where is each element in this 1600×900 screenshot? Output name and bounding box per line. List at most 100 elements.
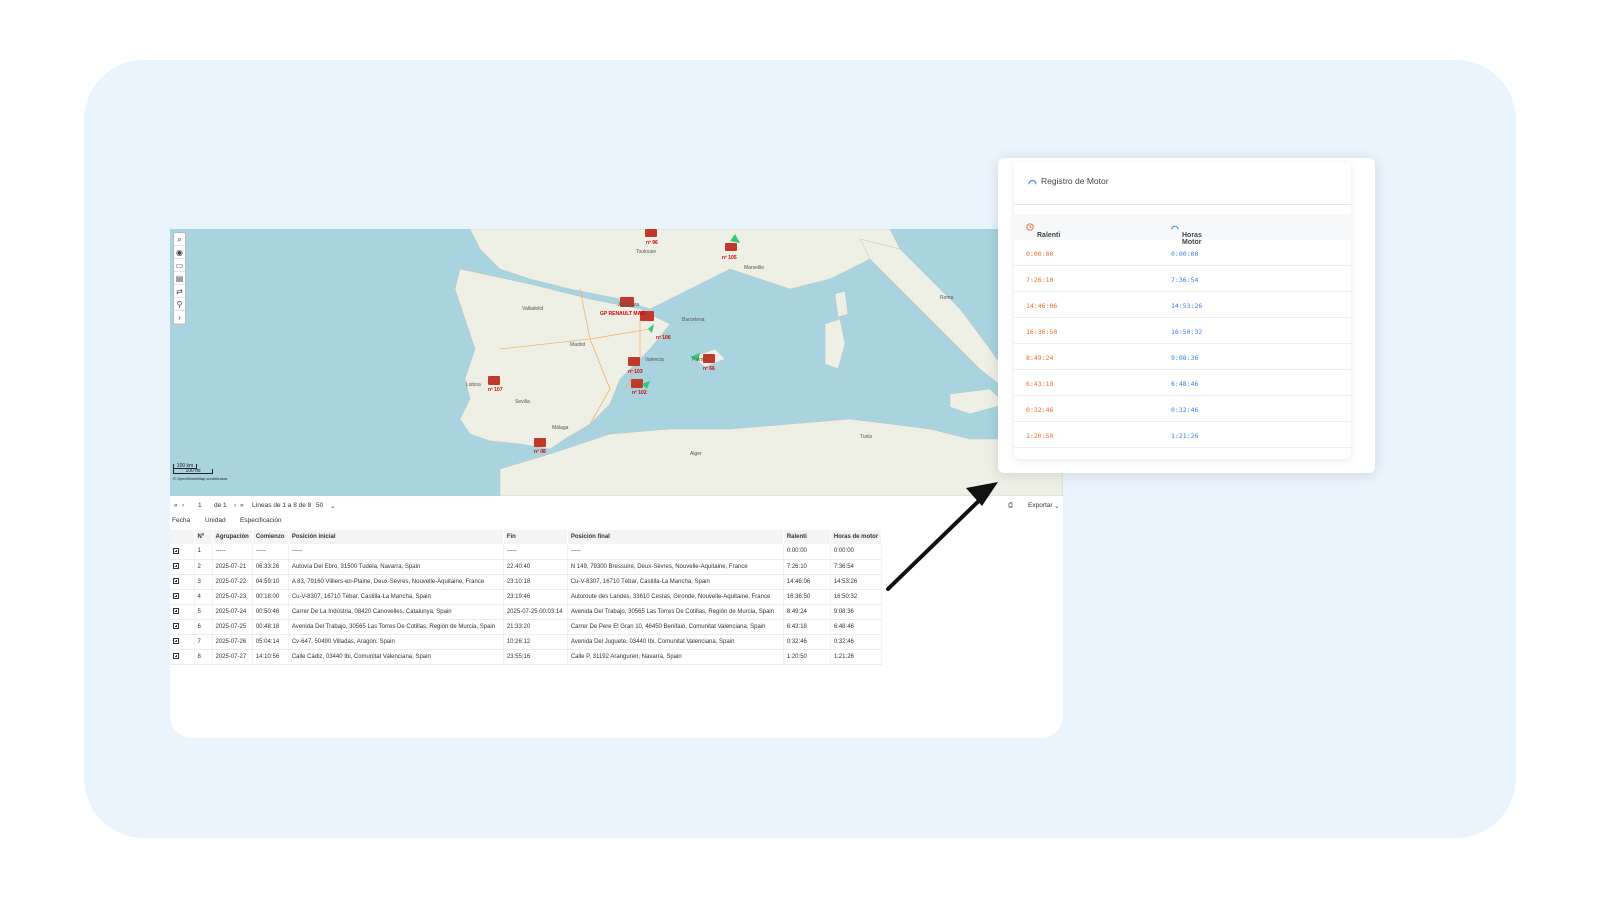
tab-especificacion[interactable]: Especificación	[240, 517, 282, 524]
horas-motor-value: 9:08:36	[1171, 354, 1199, 362]
horas-motor-value: 7:36:54	[1171, 276, 1199, 284]
table-row[interactable]: 2 2025-07-21 06:33:26 Autovía Del Ebro, 315…	[170, 559, 883, 575]
page-number-input[interactable]: 1	[198, 502, 202, 509]
table-cell: Calle Cádiz, 03440 Ibi, Comunitat Valenc…	[288, 649, 504, 665]
eye-icon[interactable]: ◉	[174, 246, 185, 259]
vehicle-label[interactable]: nº 105	[722, 255, 737, 261]
table-row[interactable]: 4 2025-07-23 00:18:00 Cu-V-8307, 16710 Téba…	[170, 589, 883, 605]
table-cell: Calle P, 31192 Aranguren, Navarra, Spain	[567, 649, 784, 665]
expand-row-icon[interactable]	[173, 638, 179, 645]
chevron-right-icon[interactable]: ›	[174, 311, 185, 324]
city-label: Alger	[690, 451, 702, 457]
table-cell: 23:10:18	[503, 574, 568, 590]
vehicle-label[interactable]: nº 96	[646, 240, 658, 246]
export-button[interactable]: Exportar	[1028, 502, 1053, 509]
column-header[interactable]: Fin	[503, 530, 568, 544]
table-cell: -----	[567, 544, 784, 560]
table-cell: -----	[288, 544, 504, 560]
prev-page-button[interactable]: ‹	[182, 502, 184, 509]
engine-log-row: 8:49:24 9:08:36	[1014, 344, 1351, 370]
city-label: Valladolid	[522, 306, 544, 312]
print-icon[interactable]: ⎙	[1008, 502, 1013, 510]
tab-fecha[interactable]: Fecha	[172, 517, 190, 524]
vehicle-label[interactable]: nº 08	[534, 449, 546, 455]
table-cell: 2025-07-23	[212, 589, 253, 605]
expand-cell	[170, 589, 195, 605]
table-row[interactable]: 7 2025-07-26 05:04:14 Cv-647, 50490 Villada…	[170, 634, 883, 650]
search-icon[interactable]: ⌕	[174, 233, 185, 246]
table-cell: Cu-V-8307, 16710 Tébar, Castilla-La Manc…	[288, 589, 504, 605]
table-cell: Autovía Del Ebro, 31500 Tudela, Navarra,…	[288, 559, 504, 575]
table-row[interactable]: 6 2025-07-25 00:48:18 Avenida Del Trabajo, …	[170, 619, 883, 635]
table-cell: 6	[194, 619, 213, 635]
column-header[interactable]: Posición inicial	[288, 530, 504, 544]
card-header-row: Ralenti Horas Motor	[1014, 214, 1351, 246]
engine-log-row: 7:26:10 7:36:54	[1014, 266, 1351, 292]
scale-mi: 100 mi	[173, 469, 213, 474]
expand-row-icon[interactable]	[173, 593, 179, 600]
lines-summary: Líneas de 1 a 8 de 8	[252, 502, 312, 509]
table-cell: 2025-07-25 00:03:14	[503, 604, 568, 620]
expand-row-icon[interactable]	[173, 578, 179, 585]
table-cell: 2	[194, 559, 213, 575]
page-size-select[interactable]: 50	[316, 502, 323, 509]
route-icon[interactable]: ⇄	[174, 285, 185, 298]
report-table: Nº Agrupación Comienzo Posición inicial …	[170, 530, 883, 665]
table-cell: 0:32:46	[830, 634, 883, 650]
filter-icon[interactable]: ⚲	[174, 298, 185, 311]
table-cell: Carrer De La Indústria, 08420 Canovelles…	[288, 604, 504, 620]
vehicle-label[interactable]: nº 103	[628, 369, 643, 375]
table-icon[interactable]: ▤	[174, 272, 185, 285]
last-page-button[interactable]: »	[240, 502, 244, 509]
table-row[interactable]: 3 2025-07-22 04:59:10 A 83, 79160 Villiers-…	[170, 574, 883, 590]
table-cell: Autoroute des Landes, 33610 Cestas, Giro…	[567, 589, 784, 605]
first-page-button[interactable]: «	[174, 502, 178, 509]
vehicle-label[interactable]: GP RENAULT MAS	[600, 311, 645, 317]
expand-row-icon[interactable]	[173, 563, 179, 570]
layers-icon[interactable]: ▭	[174, 259, 185, 272]
ralenti-value: 14:46:06	[1026, 302, 1058, 310]
table-cell: 7:26:10	[783, 559, 831, 575]
table-cell: 00:18:00	[252, 589, 289, 605]
engine-log-row: 0:32:46 0:32:46	[1014, 396, 1351, 422]
table-cell: 23:19:46	[503, 589, 568, 605]
tab-unidad[interactable]: Unidad	[205, 517, 226, 524]
expand-cell	[170, 559, 195, 575]
expand-row-icon[interactable]	[173, 608, 179, 615]
table-cell: A 83, 79160 Villiers-en-Plaine, Deux-Sèv…	[288, 574, 504, 590]
table-cell: 1:21:26	[830, 649, 883, 665]
column-header[interactable]: Horas de motor	[830, 530, 883, 544]
table-cell: 10:26:12	[503, 634, 568, 650]
map-credit[interactable]: © OpenStreetMap contributors	[173, 476, 227, 481]
table-cell: 2025-07-24	[212, 604, 253, 620]
table-row[interactable]: 1 ----- ----- ----- ----- ----- 0:00:00 0:00:00	[170, 544, 883, 560]
map-view[interactable]: ⌕ ◉ ▭ ▤ ⇄ ⚲ › nº 96 nº 105 GP RENAULT MA…	[170, 229, 1063, 496]
expand-row-icon[interactable]	[173, 547, 179, 554]
page-count: de 1	[214, 502, 227, 509]
vehicle-label[interactable]: nº 106	[656, 335, 671, 341]
chevron-down-icon[interactable]: ⌄	[1054, 502, 1059, 510]
city-label: Tunis	[860, 434, 873, 440]
vehicle-label[interactable]: nº 102	[632, 390, 647, 396]
column-header[interactable]: Posición final	[567, 530, 784, 544]
next-page-button[interactable]: ›	[234, 502, 236, 509]
vehicle-label[interactable]: nº 107	[488, 387, 503, 393]
column-header[interactable]: Nº	[194, 530, 213, 544]
expand-row-icon[interactable]	[173, 653, 179, 660]
table-cell: 6:48:46	[830, 619, 883, 635]
engine-log-row: 14:46:06 14:53:26	[1014, 292, 1351, 318]
pagination-toolbar: « ‹ 1 de 1 › » Líneas de 1 a 8 de 8 50 ⌄…	[170, 498, 1063, 514]
clock-icon	[1026, 223, 1034, 231]
ralenti-value: 0:00:00	[1026, 250, 1054, 258]
city-label: Toulouse	[636, 249, 657, 255]
map-land-svg	[454, 229, 1063, 496]
chevron-down-icon[interactable]: ⌄	[330, 502, 335, 510]
column-header[interactable]: Comienzo	[252, 530, 289, 544]
vehicle-label[interactable]: nº 66	[703, 366, 715, 372]
column-header[interactable]: Ralenti	[783, 530, 831, 544]
table-row[interactable]: 8 2025-07-27 14:10:56 Calle Cádiz, 03440 Ib…	[170, 649, 883, 665]
expand-row-icon[interactable]	[173, 623, 179, 630]
table-row[interactable]: 5 2025-07-24 00:50:46 Carrer De La Indústri…	[170, 604, 883, 620]
col-ralenti-label: Ralenti	[1037, 232, 1061, 239]
column-header[interactable]: Agrupación	[212, 530, 253, 544]
